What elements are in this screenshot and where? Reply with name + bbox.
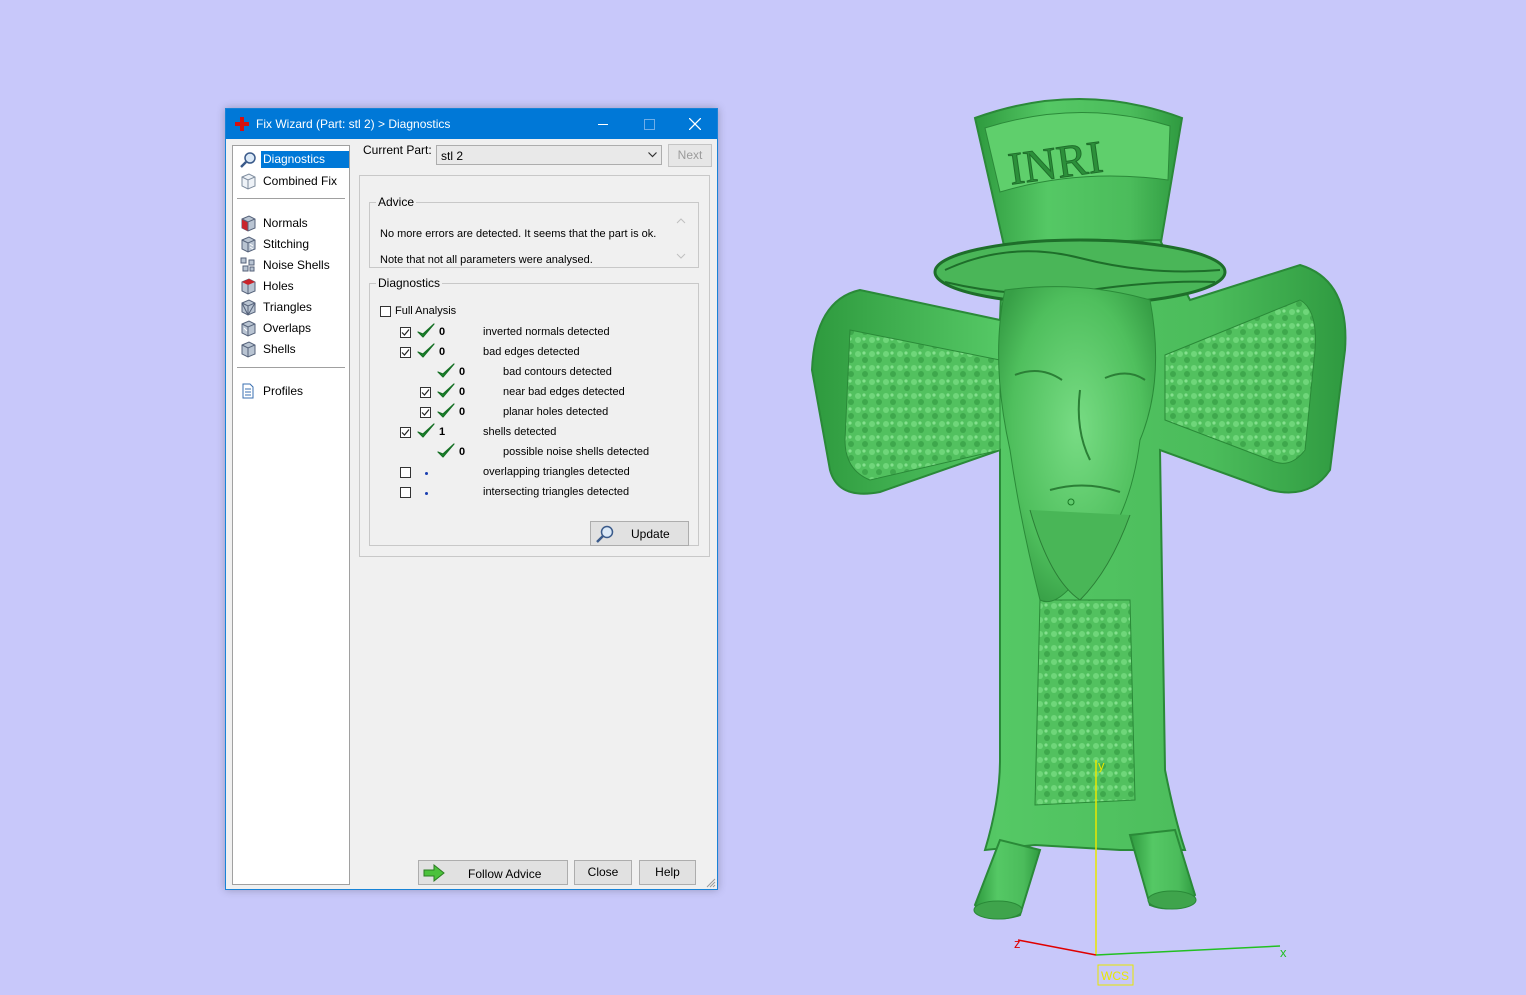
z-axis-label: z <box>1014 936 1021 951</box>
diagnostic-count: 0 <box>459 446 466 458</box>
current-part-label: Current Part: <box>363 143 432 157</box>
x-axis-label: x <box>1280 945 1287 960</box>
cube-outline-icon <box>241 173 256 190</box>
nav-item-diagnostics[interactable]: Diagnostics <box>237 150 349 170</box>
check-icon <box>437 443 455 464</box>
cube-noise-icon <box>240 257 255 272</box>
check-icon <box>417 343 435 364</box>
cube-stitch-icon <box>241 236 256 253</box>
red-cross-app-icon <box>235 117 249 131</box>
diagnostic-label: bad edges detected <box>483 346 580 358</box>
follow-advice-label: Follow Advice <box>468 867 542 881</box>
cube-red-icon <box>241 215 256 232</box>
nav-item-shells[interactable]: Shells <box>237 339 345 359</box>
diagnostic-label: possible noise shells detected <box>503 446 650 458</box>
diagnostic-label: bad contours detected <box>503 366 612 378</box>
diagnostics-panel: Advice No more errors are detected. It s… <box>359 175 710 557</box>
help-button[interactable]: Help <box>639 860 696 885</box>
status-dot-icon <box>425 492 428 495</box>
resize-grip-icon[interactable] <box>706 878 716 888</box>
diagnostic-label: inverted normals detected <box>483 326 610 338</box>
nav-item-profiles[interactable]: Profiles <box>237 381 345 401</box>
close-icon <box>689 118 701 130</box>
diagnostic-checkbox[interactable] <box>400 427 411 438</box>
maximize-button[interactable] <box>626 109 672 139</box>
cube-overlap-icon <box>241 320 256 337</box>
full-analysis-checkbox[interactable] <box>380 306 391 317</box>
follow-advice-button[interactable]: Follow Advice <box>418 860 568 885</box>
z-axis-line <box>1017 939 1097 956</box>
check-icon <box>417 423 435 444</box>
diagnostic-label: planar holes detected <box>503 406 609 418</box>
diagnostic-count: 0 <box>439 326 446 338</box>
diagnostic-count: 0 <box>459 406 466 418</box>
advice-text: No more errors are detected. It seems th… <box>380 215 680 266</box>
current-part-dropdown[interactable]: stl 2 <box>436 145 662 165</box>
nav-item-holes[interactable]: Holes <box>237 276 345 296</box>
nav-item-stitching[interactable]: Stitching <box>237 234 345 254</box>
cube-triangles-icon <box>241 299 256 316</box>
diagnostic-label: shells detected <box>483 426 557 438</box>
close-window-button[interactable] <box>672 109 718 139</box>
next-button[interactable]: Next <box>668 144 712 167</box>
x-axis-line <box>1095 945 1281 956</box>
check-icon <box>417 323 435 344</box>
diagnostic-checkbox[interactable] <box>400 327 411 338</box>
diagnostic-label: near bad edges detected <box>503 386 625 398</box>
check-icon <box>437 383 455 404</box>
nav-item-combined-fix[interactable]: Combined Fix <box>237 171 345 191</box>
diagnostic-checkbox[interactable] <box>400 467 411 478</box>
full-analysis-label: Full Analysis <box>395 305 457 317</box>
advice-legend: Advice <box>378 195 415 209</box>
nav-separator <box>237 367 345 368</box>
update-label: Update <box>631 527 670 541</box>
close-button[interactable]: Close <box>574 860 632 885</box>
nav-separator <box>237 198 345 199</box>
diagnostic-checkbox[interactable] <box>400 487 411 498</box>
window-title: Fix Wizard (Part: stl 2) > Diagnostics <box>256 117 451 131</box>
diagnostic-count: 1 <box>439 426 446 438</box>
chevron-down-icon <box>648 152 657 158</box>
diagnostic-count: 0 <box>439 346 446 358</box>
fix-wizard-dialog: Fix Wizard (Part: stl 2) > Diagnostics D… <box>225 108 718 890</box>
magnifier-icon <box>596 525 614 543</box>
wcs-label: WCS <box>1101 969 1129 983</box>
diagnostic-label: overlapping triangles detected <box>483 466 630 478</box>
nav-item-normals[interactable]: Normals <box>237 213 345 233</box>
title-bar[interactable]: Fix Wizard (Part: stl 2) > Diagnostics <box>226 109 717 139</box>
status-dot-icon <box>425 472 428 475</box>
diagnostic-checkbox[interactable] <box>420 407 431 418</box>
current-part-value: stl 2 <box>441 149 464 163</box>
document-icon <box>242 383 254 399</box>
arrow-right-icon <box>423 864 445 882</box>
minimize-button[interactable] <box>580 109 626 139</box>
check-icon <box>437 363 455 384</box>
diagnostic-label: intersecting triangles detected <box>483 486 630 498</box>
y-axis-label: y <box>1098 758 1105 773</box>
nav-item-overlaps[interactable]: Overlaps <box>237 318 345 338</box>
cube-shells-icon <box>241 341 256 358</box>
magnifier-icon <box>240 152 256 168</box>
check-icon <box>437 403 455 424</box>
update-button[interactable]: Update <box>590 521 689 546</box>
wizard-nav: Diagnostics Combined Fix Normals Stitchi… <box>232 145 350 885</box>
nav-item-triangles[interactable]: Triangles <box>237 297 345 317</box>
nav-item-noise-shells[interactable]: Noise Shells <box>237 255 345 275</box>
diagnostic-checkbox[interactable] <box>400 347 411 358</box>
cube-hole-icon <box>241 278 256 295</box>
advice-line-2: Note that not all parameters were analys… <box>380 254 593 266</box>
diagnostic-checkbox[interactable] <box>420 387 431 398</box>
diagnostic-count: 0 <box>459 366 466 378</box>
diagnostic-count: 0 <box>459 386 466 398</box>
diagnostics-legend: Diagnostics <box>378 276 441 290</box>
advice-line-1: No more errors are detected. It seems th… <box>380 228 657 240</box>
advice-scrollbar[interactable] <box>674 214 688 264</box>
